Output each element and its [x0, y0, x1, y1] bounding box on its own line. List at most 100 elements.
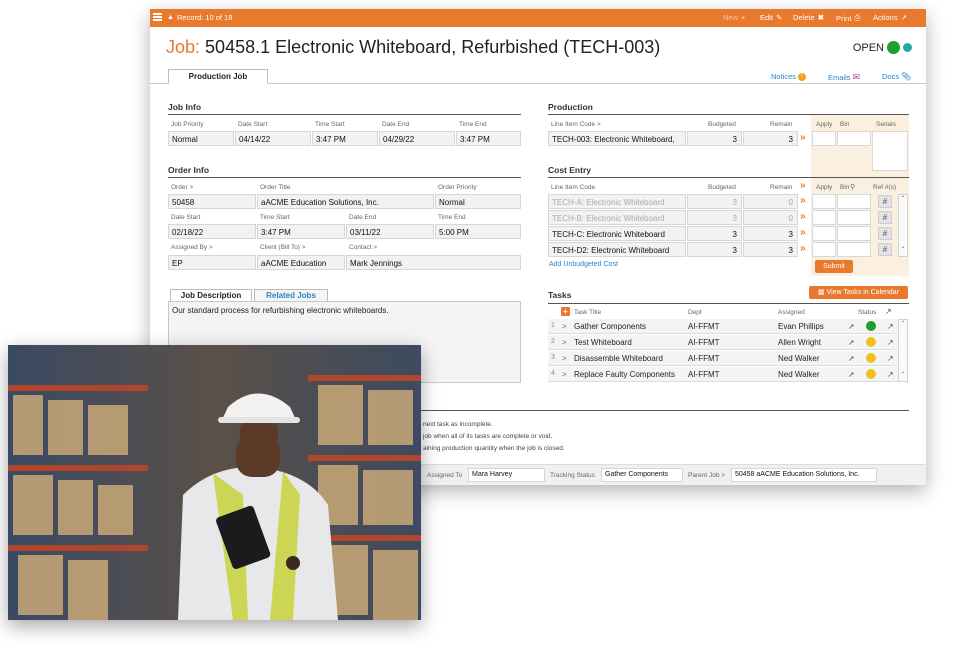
expand-row-icon[interactable]: >: [562, 338, 567, 347]
expand-arrow-icon[interactable]: ↗: [887, 322, 894, 331]
hash-icon[interactable]: #: [878, 243, 892, 256]
edit-button[interactable]: Edit ✎: [760, 13, 782, 22]
label-job-priority: Job Priority: [171, 121, 204, 128]
pin-icon[interactable]: ➚: [848, 338, 855, 347]
tasks-header-line: [548, 303, 909, 304]
label-cost-line-item: Line Item Code: [551, 184, 596, 191]
emails-link[interactable]: Emails ✉: [828, 72, 860, 83]
status-dot-icon[interactable]: [866, 353, 876, 363]
add-unbudgeted-cost-link[interactable]: Add Unbudgeted Cost: [549, 261, 618, 268]
delete-button[interactable]: Delete ✖: [793, 13, 824, 22]
order-number-field[interactable]: 50458: [168, 194, 256, 209]
tracking-status-field[interactable]: Gather Components: [601, 468, 683, 482]
record-nav[interactable]: ▲︎ Record: 10 of 18: [167, 13, 232, 22]
pin-icon[interactable]: ➚: [848, 370, 855, 379]
cost-row-2-budgeted: 3: [687, 210, 742, 225]
order-time-start-field[interactable]: 3:47 PM: [257, 224, 345, 239]
cost-entry-heading: Cost Entry: [548, 165, 909, 178]
hash-icon[interactable]: #: [878, 211, 892, 224]
cost-row-1-apply-input[interactable]: [812, 194, 836, 209]
production-apply-input[interactable]: [812, 131, 836, 146]
menu-icon[interactable]: [153, 13, 162, 21]
expand-row-icon[interactable]: >: [562, 370, 567, 379]
task-row[interactable]: 1 > Gather Components AI-FFMT Evan Phill…: [548, 319, 898, 334]
cost-row-2-bin-input[interactable]: [837, 210, 871, 225]
pin-icon[interactable]: ➚: [848, 354, 855, 363]
status-dot-icon[interactable]: [866, 337, 876, 347]
submit-button[interactable]: Submit: [815, 260, 853, 273]
label-date-start: Date Start: [238, 121, 268, 128]
new-button[interactable]: New +: [723, 13, 745, 22]
cost-row-1-apply-icon[interactable]: »: [800, 194, 806, 208]
cost-row-3-apply-icon[interactable]: »: [800, 226, 806, 240]
hash-icon[interactable]: #: [878, 227, 892, 240]
label-time-start: Time Start: [315, 121, 345, 128]
apply-all-icon[interactable]: »: [800, 179, 806, 193]
tasks-scrollbar[interactable]: ⌃ ⌄: [898, 319, 908, 382]
label-status: Status: [858, 309, 877, 316]
docs-link[interactable]: Docs 📎︎: [882, 72, 911, 81]
record-arrows-icon[interactable]: ▲︎: [167, 14, 174, 21]
view-tasks-calendar-button[interactable]: ▦ View Tasks in Calendar: [809, 286, 908, 299]
task-row[interactable]: 2 > Test Whiteboard AI-FFMT Allen Wright…: [548, 335, 898, 350]
x-icon: ✖: [817, 13, 824, 22]
cost-row-2-apply-input[interactable]: [812, 210, 836, 225]
cost-row-2-apply-icon[interactable]: »: [800, 210, 806, 224]
label-budgeted: Budgeted: [708, 121, 736, 128]
label-date-end: Date End: [382, 121, 410, 128]
order-date-start-field[interactable]: 02/18/22: [168, 224, 256, 239]
label-contact[interactable]: Contact >: [349, 244, 377, 251]
production-bin-input[interactable]: [837, 131, 871, 146]
clock-icon[interactable]: [903, 43, 912, 52]
order-title-field[interactable]: aACME Education Solutions, Inc.: [257, 194, 434, 209]
cost-row-1-bin-input[interactable]: [837, 194, 871, 209]
hash-icon[interactable]: #: [878, 195, 892, 208]
contact-field[interactable]: Mark Jennings: [346, 255, 521, 270]
cost-entry-scrollbar[interactable]: ⌃ ⌄: [898, 194, 908, 257]
label-parent-job[interactable]: Parent Job >: [688, 472, 725, 479]
expand-row-icon[interactable]: >: [562, 354, 567, 363]
task-row[interactable]: 3 > Disassemble Whiteboard AI-FFMT Ned W…: [548, 351, 898, 366]
actions-button[interactable]: Actions ↗: [873, 13, 907, 22]
task-assigned: Allen Wright: [778, 338, 821, 347]
status-dot-icon[interactable]: [866, 369, 876, 379]
order-date-end-field[interactable]: 03/11/22: [346, 224, 434, 239]
cost-row-4-bin-input[interactable]: [837, 242, 871, 257]
expand-arrow-icon[interactable]: ↗: [885, 307, 892, 316]
assigned-to-field[interactable]: Mara Harvey: [468, 468, 545, 482]
pin-icon[interactable]: ➚: [848, 322, 855, 331]
expand-arrow-icon[interactable]: ↗: [887, 338, 894, 347]
label-order[interactable]: Order >: [171, 184, 193, 191]
status-dot-icon[interactable]: [866, 321, 876, 331]
parent-job-field[interactable]: 50458 aACME Education Solutions, Inc.: [731, 468, 877, 482]
label-dept: Dept: [688, 309, 702, 316]
expand-row-icon[interactable]: >: [562, 322, 567, 331]
label-assigned-by[interactable]: Assigned By >: [171, 244, 213, 251]
expand-arrow-icon[interactable]: ↗: [887, 370, 894, 379]
job-priority-field[interactable]: Normal: [168, 131, 234, 146]
expand-arrow-icon[interactable]: ↗: [887, 354, 894, 363]
apply-remaining-icon[interactable]: »: [800, 131, 806, 145]
job-time-start-field[interactable]: 3:47 PM: [312, 131, 378, 146]
order-priority-field[interactable]: Normal: [435, 194, 521, 209]
client-field[interactable]: aACME Education: [257, 255, 345, 270]
print-button[interactable]: Print ⎙: [836, 13, 860, 23]
cost-row-4-apply-input[interactable]: [812, 242, 836, 257]
cost-row-4-apply-icon[interactable]: »: [800, 242, 806, 256]
search-icon[interactable]: ⚲: [850, 183, 855, 191]
job-date-end-field[interactable]: 04/29/22: [379, 131, 455, 146]
label-order-priority: Order Priority: [438, 184, 477, 191]
order-time-end-field[interactable]: 5:00 PM: [435, 224, 521, 239]
label-client[interactable]: Client (Bill To) >: [260, 244, 306, 251]
job-time-end-field[interactable]: 3:47 PM: [456, 131, 521, 146]
add-task-icon[interactable]: +: [561, 307, 570, 316]
cost-row-3-bin-input[interactable]: [837, 226, 871, 241]
task-row[interactable]: 4 > Replace Faulty Components AI-FFMT Ne…: [548, 367, 898, 382]
warehouse-worker-photo: [8, 345, 421, 620]
cost-row-3-apply-input[interactable]: [812, 226, 836, 241]
notices-link[interactable]: Notices !: [771, 72, 807, 81]
assigned-by-field[interactable]: EP: [168, 255, 256, 270]
job-date-start-field[interactable]: 04/14/22: [235, 131, 311, 146]
label-line-item-code[interactable]: Line Item Code >: [551, 121, 601, 128]
tab-production-job[interactable]: Production Job: [168, 69, 268, 84]
